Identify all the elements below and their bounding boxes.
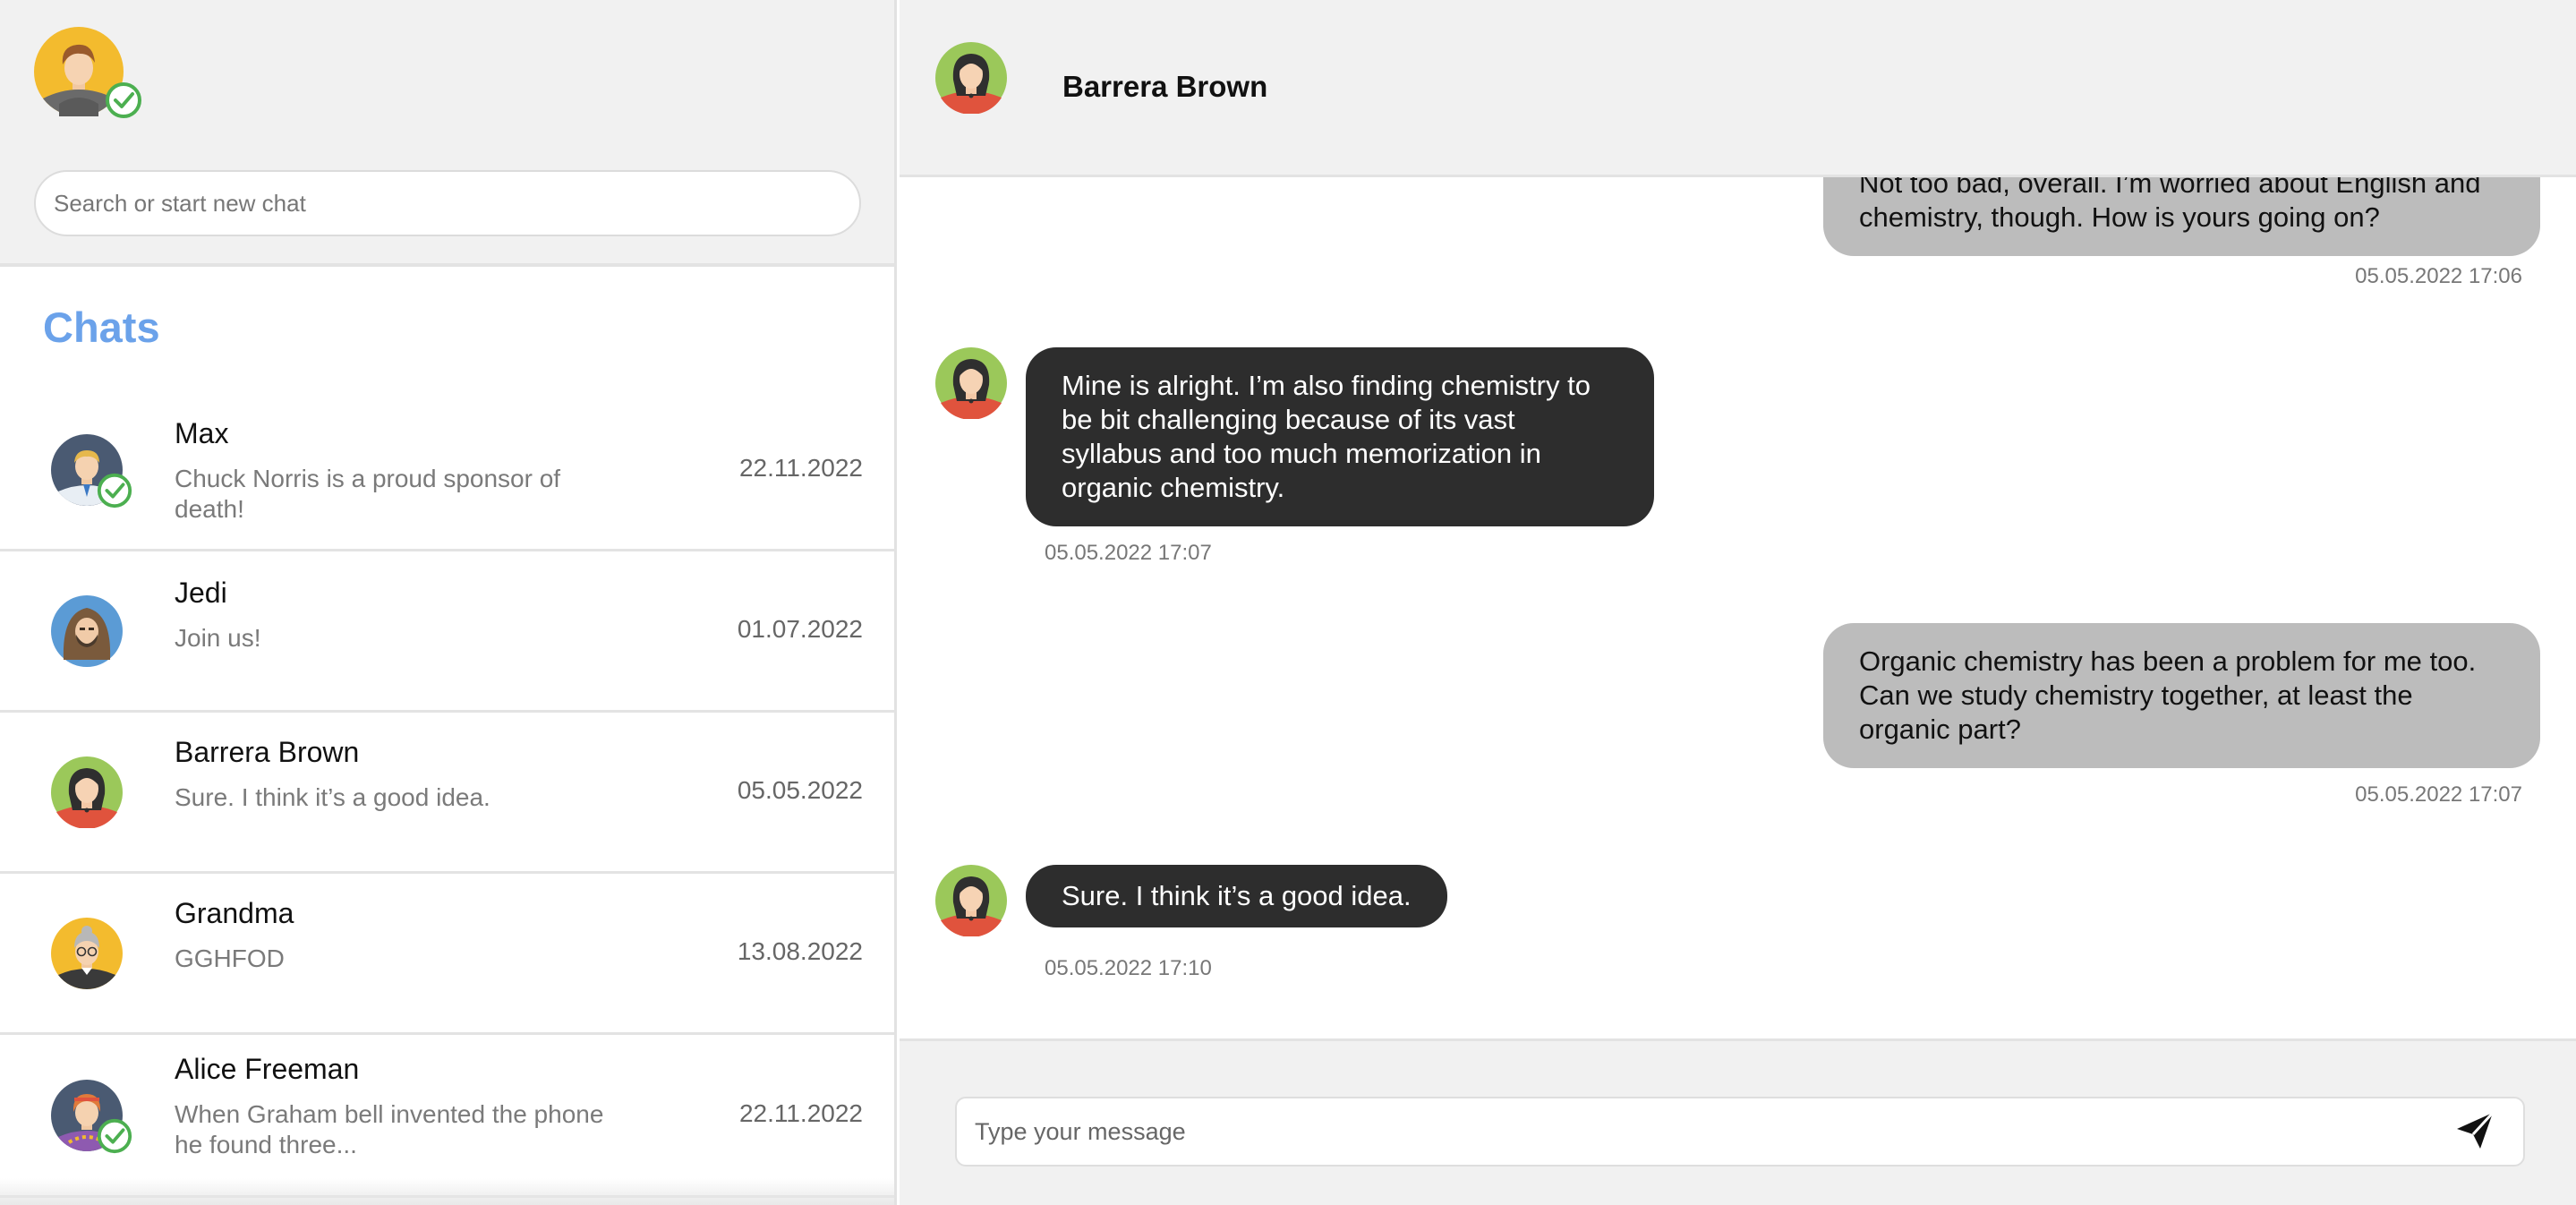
chat-preview: Sure. I think it’s a good idea. — [175, 783, 490, 811]
message-timestamp: 05.05.2022 17:07 — [2355, 782, 2522, 807]
send-icon[interactable] — [2453, 1109, 2496, 1152]
chat-name: Barrera Brown — [175, 736, 360, 768]
message-timestamp: 05.05.2022 17:07 — [1045, 541, 1212, 565]
contact-name[interactable]: Barrera Brown — [1062, 70, 1267, 104]
message-timestamp: 05.05.2022 17:10 — [1045, 956, 1212, 980]
grandma-avatar-icon — [51, 917, 123, 989]
chat-item-max[interactable]: Max Chuck Norris is a proud sponsor of d… — [0, 390, 894, 551]
message-timestamp: 05.05.2022 17:06 — [2355, 264, 2522, 288]
chat-preview: When Graham bell invented the phone he f… — [175, 1100, 604, 1158]
chat-date: 22.11.2022 — [738, 453, 863, 482]
online-check-icon — [96, 1117, 133, 1155]
chat-preview: Chuck Norris is a proud sponsor of death… — [175, 465, 561, 523]
sidebar: Chats Max Chuck Norris is a proud sponso… — [0, 0, 897, 1205]
chat-date: 13.08.2022 — [737, 936, 863, 965]
chat-name: Grandma — [175, 897, 294, 929]
chat-app: Chats Max Chuck Norris is a proud sponso… — [0, 0, 2576, 1205]
chat-list: Max Chuck Norris is a proud sponsor of d… — [0, 390, 894, 1198]
message-list[interactable]: Not too bad, overall. I’m worried about … — [900, 177, 2576, 1038]
chats-heading: Chats — [43, 303, 160, 351]
chat-date: 01.07.2022 — [737, 614, 863, 643]
online-check-icon — [104, 81, 143, 120]
message-incoming: Sure. I think it’s a good idea. — [1026, 865, 1447, 927]
hooded-man-avatar-icon — [51, 594, 123, 667]
composer-bar — [900, 1038, 2576, 1205]
message-outgoing: Not too bad, overall. I’m worried about … — [1823, 177, 2540, 256]
chat-item-jedi[interactable]: Jedi Join us! 01.07.2022 — [0, 551, 894, 713]
sidebar-header — [0, 0, 894, 267]
chat-date: 05.05.2022 — [737, 775, 863, 804]
message-incoming: Mine is alright. I’m also finding chemis… — [1026, 347, 1654, 526]
chat-date: 22.11.2022 — [738, 1098, 863, 1127]
woman-avatar-icon — [51, 756, 123, 828]
chat-item-alice-freeman[interactable]: Alice Freeman When Graham bell invented … — [0, 1035, 894, 1198]
list-fade — [0, 1178, 894, 1205]
message-input[interactable] — [955, 1097, 2525, 1167]
message-outgoing: Organic chemistry has been a problem for… — [1823, 623, 2540, 768]
conversation-header: Barrera Brown — [900, 0, 2576, 177]
woman-avatar-icon — [935, 347, 1007, 419]
search-input[interactable] — [34, 170, 861, 236]
chat-name: Max — [175, 417, 229, 449]
chat-item-barrera-brown[interactable]: Barrera Brown Sure. I think it’s a good … — [0, 713, 894, 874]
chat-preview: GGHFOD — [175, 944, 285, 972]
online-check-icon — [96, 472, 133, 509]
woman-avatar-icon[interactable] — [935, 42, 1007, 114]
chat-preview: Join us! — [175, 624, 261, 652]
conversation-panel: Barrera Brown Not too bad, overall. I’m … — [900, 0, 2576, 1205]
woman-avatar-icon — [935, 865, 1007, 936]
chat-name: Alice Freeman — [175, 1053, 360, 1085]
chat-name: Jedi — [175, 577, 227, 609]
chat-item-grandma[interactable]: Grandma GGHFOD 13.08.2022 — [0, 874, 894, 1035]
